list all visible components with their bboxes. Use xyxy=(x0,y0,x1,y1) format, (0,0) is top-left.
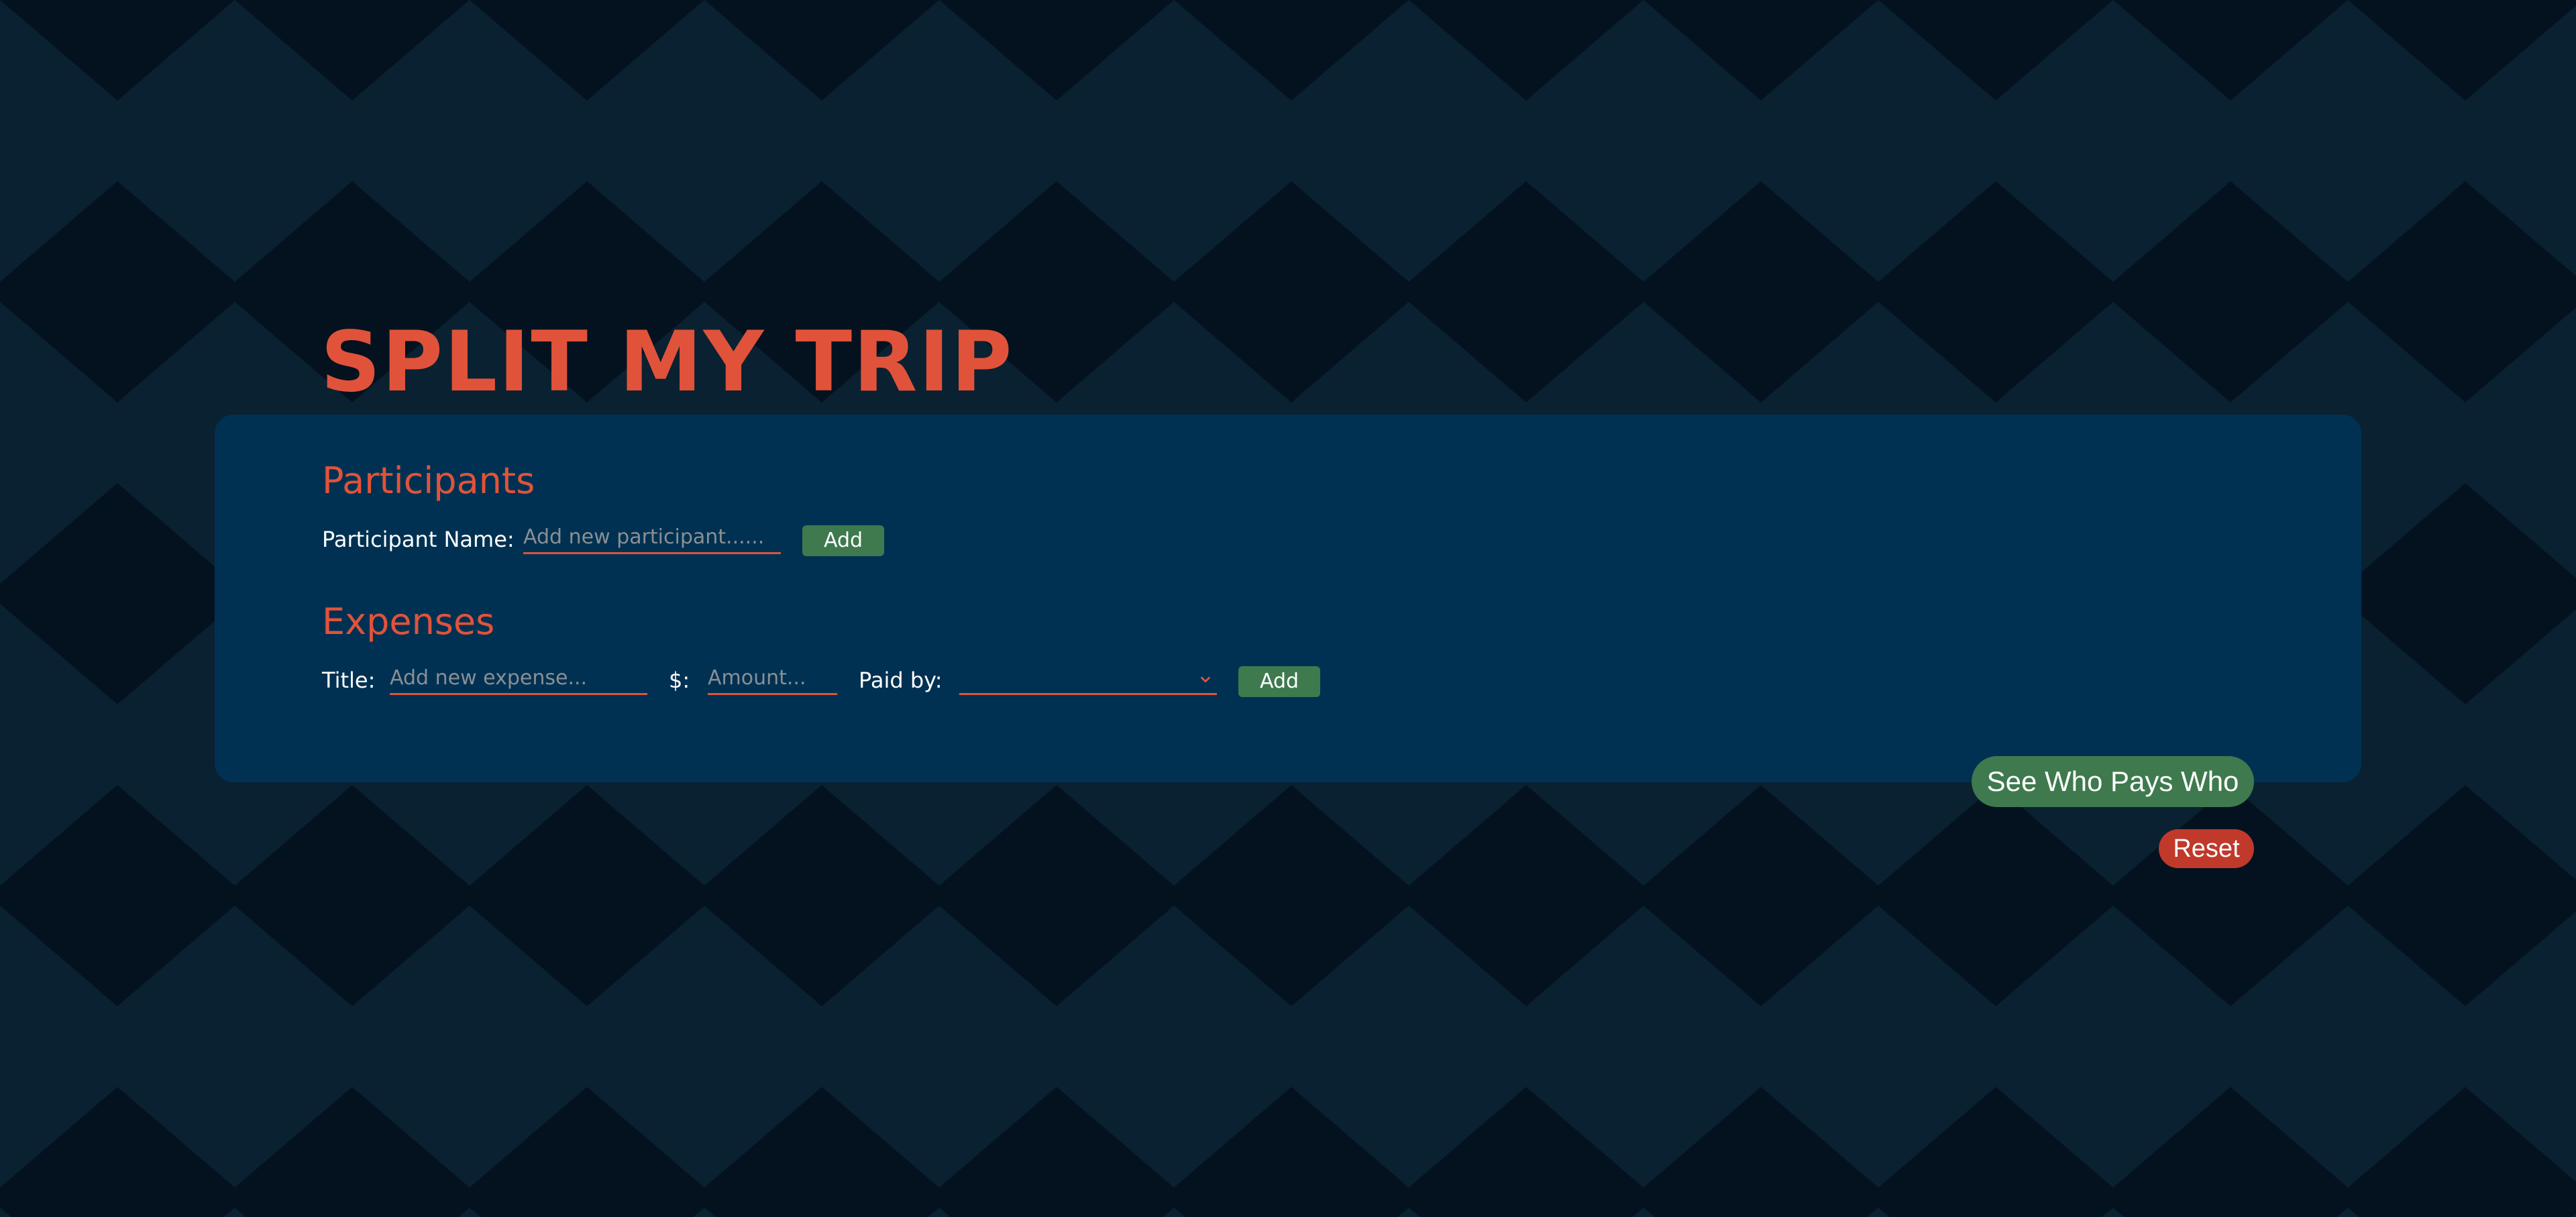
reset-button[interactable]: Reset xyxy=(2159,829,2254,868)
add-participant-button[interactable]: Add xyxy=(802,525,884,556)
expense-title-input[interactable] xyxy=(390,666,647,695)
chevron-down-icon xyxy=(1201,676,1210,683)
amount-label: $: xyxy=(669,668,690,693)
expense-title-label: Title: xyxy=(322,668,376,693)
participant-name-input[interactable] xyxy=(523,525,781,554)
participant-name-label: Participant Name: xyxy=(322,527,515,552)
app-title: SPLIT MY TRIP xyxy=(321,314,1014,411)
paid-by-select[interactable] xyxy=(959,666,1217,695)
amount-input[interactable] xyxy=(708,666,837,695)
expenses-heading: Expenses xyxy=(322,600,495,643)
add-expense-button[interactable]: Add xyxy=(1238,666,1320,697)
paid-by-label: Paid by: xyxy=(859,668,943,693)
main-panel xyxy=(215,415,2361,782)
see-who-pays-who-button[interactable]: See Who Pays Who xyxy=(1972,756,2254,807)
participants-heading: Participants xyxy=(322,460,535,502)
